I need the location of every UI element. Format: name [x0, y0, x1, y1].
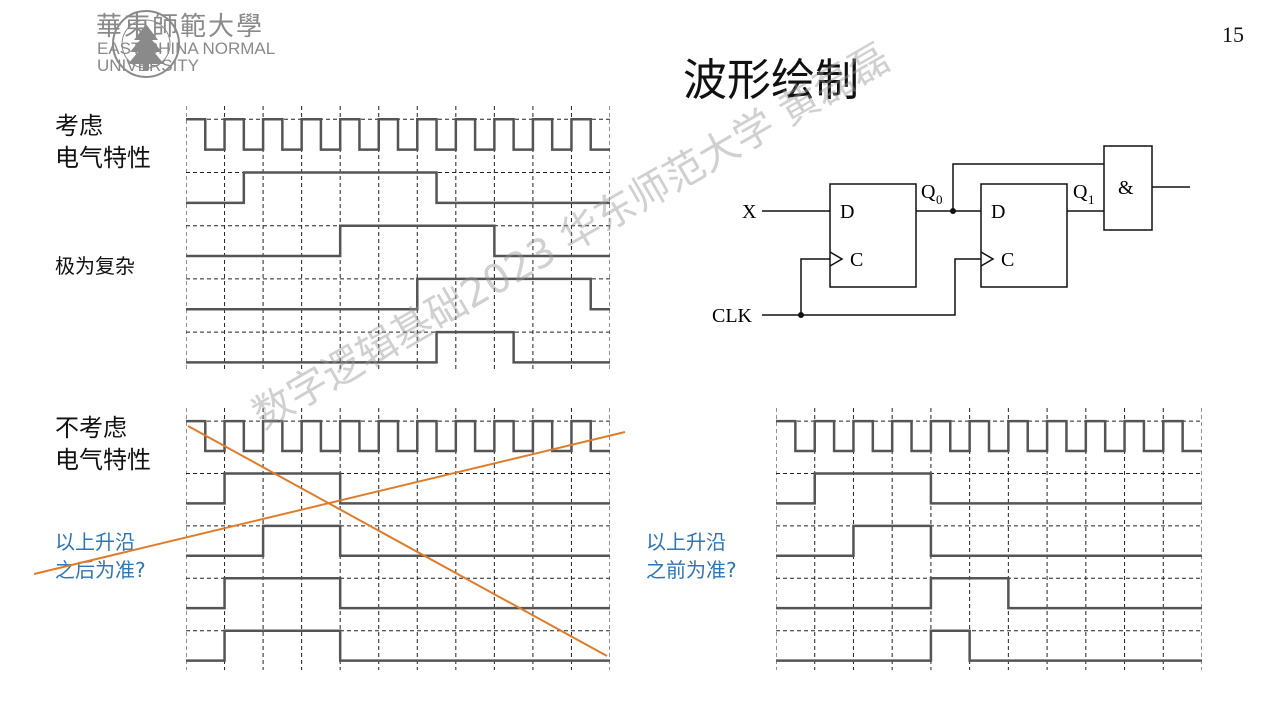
- ff2-q-label: Q: [1073, 181, 1088, 203]
- ff2-d-label: D: [991, 201, 1005, 223]
- cross-out-lines: [33, 425, 626, 657]
- circuit-clk-label: CLK: [712, 305, 753, 327]
- and-gate-label: &: [1118, 177, 1134, 199]
- ff2-c-label: C: [1001, 249, 1014, 271]
- flipflop-2: [980, 183, 1068, 288]
- circuit-diagram: X CLK D C Q 0 D C Q 1 &: [712, 145, 1190, 327]
- ff1-c-label: C: [850, 249, 863, 271]
- ff1-d-label: D: [840, 201, 854, 223]
- circuit-x-label: X: [742, 201, 757, 223]
- ff1-q-subscript: 0: [936, 192, 943, 207]
- ff2-q-subscript: 1: [1088, 192, 1095, 207]
- flipflop-1: [829, 183, 917, 288]
- ff1-q-label: Q: [921, 181, 936, 203]
- cross-line-falling: [187, 425, 608, 657]
